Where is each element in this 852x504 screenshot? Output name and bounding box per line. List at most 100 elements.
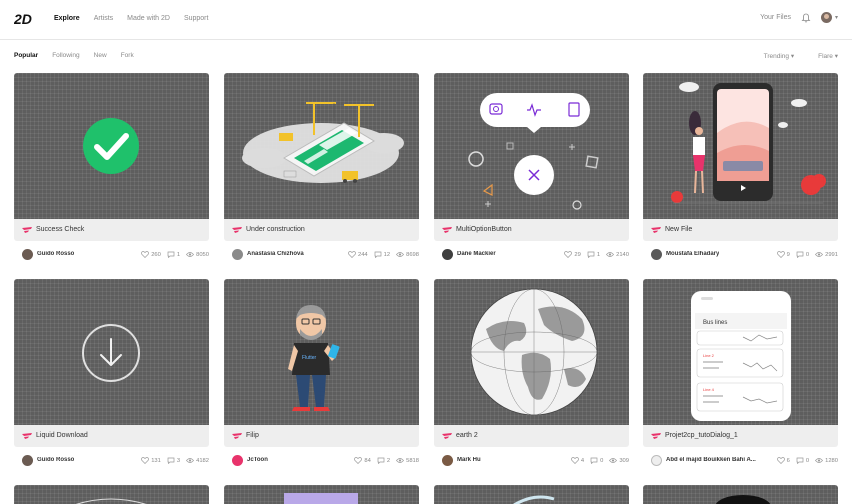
nav-support[interactable]: Support bbox=[184, 15, 209, 22]
project-thumbnail[interactable] bbox=[14, 279, 209, 425]
sort-trending[interactable]: Trending ▾ bbox=[752, 52, 795, 60]
flare-icon bbox=[22, 227, 32, 233]
author-avatar[interactable] bbox=[232, 455, 243, 466]
2d-logo[interactable]: 2D bbox=[14, 11, 42, 27]
view-count: 2991 bbox=[815, 251, 838, 258]
card-title[interactable]: Liquid Download bbox=[36, 432, 88, 439]
user-avatar[interactable] bbox=[820, 12, 832, 23]
author-name[interactable]: JcToon bbox=[247, 457, 268, 463]
project-thumbnail-partial[interactable] bbox=[14, 485, 209, 504]
bell-icon[interactable] bbox=[801, 13, 811, 23]
like-count[interactable]: 260 bbox=[141, 251, 161, 258]
comment-icon bbox=[796, 251, 804, 258]
nav-explore[interactable]: Explore bbox=[54, 15, 80, 22]
card-titlebar: Liquid Download bbox=[14, 425, 209, 447]
heart-icon bbox=[141, 251, 150, 258]
comment-count[interactable]: 12 bbox=[374, 251, 390, 258]
project-thumbnail-partial[interactable] bbox=[224, 485, 419, 504]
project-thumbnail[interactable] bbox=[434, 279, 629, 425]
sort-controls: Trending ▾ Flare ▾ bbox=[740, 52, 838, 60]
sort-flare[interactable]: Flare ▾ bbox=[806, 52, 838, 60]
author-avatar[interactable] bbox=[232, 249, 243, 260]
card-title[interactable]: earth 2 bbox=[456, 432, 478, 439]
comment-count[interactable]: 0 bbox=[590, 457, 603, 464]
project-thumbnail[interactable] bbox=[224, 73, 419, 219]
card-title[interactable]: Filip bbox=[246, 432, 259, 439]
author-avatar[interactable] bbox=[22, 249, 33, 260]
partial-thumbnail-art bbox=[715, 495, 771, 504]
card-title[interactable]: Under construction bbox=[246, 226, 305, 233]
filter-fork[interactable]: Fork bbox=[121, 52, 134, 59]
comment-value: 3 bbox=[176, 457, 181, 464]
comment-count[interactable]: 2 bbox=[377, 457, 390, 464]
comment-count[interactable]: 0 bbox=[796, 457, 809, 464]
author-name[interactable]: Guido Rosso bbox=[37, 457, 74, 463]
view-count: 2140 bbox=[606, 251, 629, 258]
header-right: Your Files ▾ bbox=[760, 12, 838, 23]
project-thumbnail[interactable] bbox=[434, 73, 629, 219]
project-thumbnail[interactable]: Flutter bbox=[224, 279, 419, 425]
author-name[interactable]: Abd el majid Bouikken Bahi A... bbox=[666, 457, 756, 463]
card-title[interactable]: MultiOptionButton bbox=[456, 226, 512, 233]
comment-count[interactable]: 0 bbox=[796, 251, 809, 258]
comment-count[interactable]: 1 bbox=[167, 251, 180, 258]
author-name[interactable]: Moustafa Elhadary bbox=[666, 251, 719, 257]
like-count[interactable]: 84 bbox=[354, 457, 371, 464]
like-count[interactable]: 9 bbox=[776, 251, 790, 258]
author-avatar[interactable] bbox=[651, 249, 662, 260]
comment-value: 2 bbox=[386, 457, 391, 464]
author-name[interactable]: Dane Mackier bbox=[457, 251, 496, 257]
card-meta: Guido Rosso 260 1 8050 bbox=[14, 249, 209, 261]
flare-icon bbox=[442, 433, 452, 439]
bus-lines-illustration: Bus lines Line 2 Line 4 bbox=[691, 291, 791, 421]
like-count[interactable]: 6 bbox=[776, 457, 790, 464]
sort-trending-label: Trending bbox=[763, 53, 790, 60]
project-thumbnail[interactable] bbox=[643, 73, 838, 219]
view-value: 4182 bbox=[196, 457, 209, 464]
comment-count[interactable]: 3 bbox=[167, 457, 180, 464]
like-value: 9 bbox=[786, 251, 790, 258]
flare-icon bbox=[232, 433, 242, 439]
comment-value: 1 bbox=[176, 251, 181, 258]
comment-count[interactable]: 1 bbox=[587, 251, 600, 258]
bus-lines-title: Bus lines bbox=[703, 320, 727, 326]
author-avatar[interactable] bbox=[442, 249, 453, 260]
filter-following[interactable]: Following bbox=[52, 52, 79, 59]
author-name[interactable]: Anastasia Chizhova bbox=[247, 251, 304, 257]
eye-icon bbox=[396, 458, 405, 463]
filter-popular[interactable]: Popular bbox=[14, 52, 38, 59]
like-count[interactable]: 4 bbox=[570, 457, 584, 464]
comment-icon bbox=[167, 457, 175, 464]
filter-new[interactable]: New bbox=[94, 52, 107, 59]
like-count[interactable]: 29 bbox=[564, 251, 581, 258]
card-title[interactable]: Success Check bbox=[36, 226, 84, 233]
eye-icon bbox=[815, 458, 824, 463]
card-title[interactable]: New File bbox=[665, 226, 692, 233]
project-thumbnail-partial[interactable] bbox=[434, 485, 629, 504]
view-value: 8698 bbox=[406, 251, 419, 258]
view-value: 8050 bbox=[196, 251, 209, 258]
card-titlebar: MultiOptionButton bbox=[434, 219, 629, 241]
nav-made-with-2d[interactable]: Made with 2D bbox=[127, 15, 170, 22]
card-title[interactable]: Projet2cp_tutoDialog_1 bbox=[665, 432, 738, 439]
your-files-link[interactable]: Your Files bbox=[760, 14, 791, 21]
eye-icon bbox=[396, 252, 405, 257]
download-arrow-icon bbox=[82, 324, 140, 382]
project-thumbnail[interactable] bbox=[14, 73, 209, 219]
comment-value: 1 bbox=[596, 251, 601, 258]
author-name[interactable]: Guido Rosso bbox=[37, 251, 74, 257]
author-avatar[interactable] bbox=[651, 455, 662, 466]
project-thumbnail-partial[interactable] bbox=[643, 485, 838, 504]
project-thumbnail[interactable]: Bus lines Line 2 Line 4 bbox=[643, 279, 838, 425]
flare-icon bbox=[651, 227, 661, 233]
like-count[interactable]: 244 bbox=[348, 251, 368, 258]
chevron-down-icon[interactable]: ▾ bbox=[835, 14, 838, 21]
like-count[interactable]: 131 bbox=[141, 457, 161, 464]
author-avatar[interactable] bbox=[442, 455, 453, 466]
author-name[interactable]: Mark Hu bbox=[457, 457, 481, 463]
comment-value: 0 bbox=[600, 457, 604, 464]
nav-artists[interactable]: Artists bbox=[94, 15, 113, 22]
line-4-label: Line 4 bbox=[703, 387, 715, 392]
view-value: 2991 bbox=[825, 251, 838, 258]
author-avatar[interactable] bbox=[22, 455, 33, 466]
